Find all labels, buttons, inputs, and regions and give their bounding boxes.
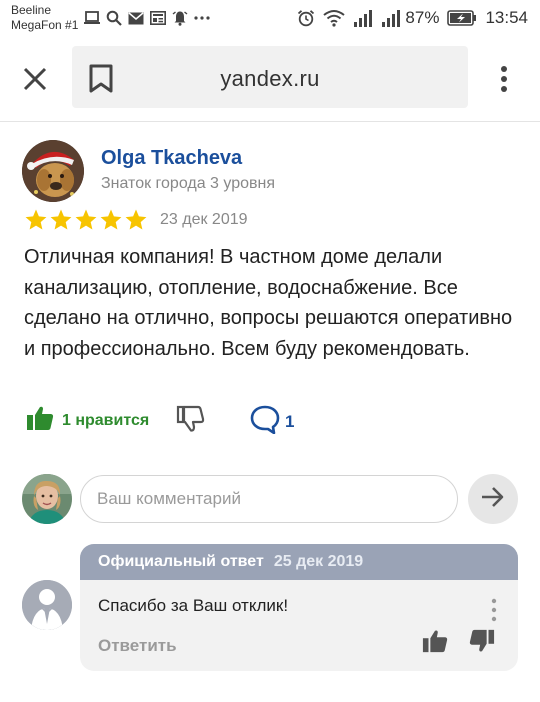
carrier-name-secondary: MegaFon #1 <box>11 18 79 32</box>
comments-button[interactable]: 1 <box>249 404 294 439</box>
thumbs-up-icon <box>26 404 54 437</box>
thumbs-up-icon <box>422 630 448 658</box>
dislike-button[interactable] <box>176 404 206 439</box>
official-reply-title: Официальный ответ <box>98 553 264 570</box>
news-icon <box>150 10 166 26</box>
like-button[interactable]: 1 нравится <box>26 404 149 437</box>
thumbs-down-icon <box>469 629 495 658</box>
comment-count: 1 <box>285 411 295 431</box>
star-icon <box>100 209 122 230</box>
notification-icons <box>84 10 210 26</box>
battery-percent: 87% <box>405 8 440 27</box>
star-icon <box>50 209 72 230</box>
carrier-name: Beeline <box>11 3 52 17</box>
rating-stars <box>24 208 148 232</box>
user-avatar <box>22 474 72 524</box>
url-text[interactable]: yandex.ru <box>0 66 540 92</box>
like-count: 1 нравится <box>62 411 150 429</box>
arrow-right-icon <box>480 486 506 513</box>
wifi-icon <box>323 9 346 27</box>
reply-like-button[interactable] <box>422 628 448 659</box>
comment-input[interactable] <box>80 475 458 523</box>
alarm-bell-icon <box>172 10 188 26</box>
search-icon <box>106 10 122 26</box>
close-icon[interactable] <box>20 64 50 94</box>
author-level: Знаток города 3 уровня <box>101 175 276 192</box>
more-icon <box>194 10 210 26</box>
laptop-icon <box>84 10 100 26</box>
signal-icon <box>381 9 401 27</box>
bookmark-icon[interactable] <box>88 64 114 94</box>
toolbar-divider <box>0 121 540 122</box>
reply-dislike-button[interactable] <box>469 628 495 659</box>
carrier-info: Beeline MegaFon #1 <box>11 3 78 33</box>
status-bar: Beeline MegaFon #1 87% 13:54 <box>0 0 540 38</box>
reply-answer-button[interactable]: Ответить <box>98 636 177 656</box>
reply-menu-icon[interactable] <box>490 598 498 622</box>
star-icon <box>25 209 47 230</box>
alarm-clock-icon <box>297 9 315 27</box>
star-icon <box>75 209 97 230</box>
official-reply-text: Спасибо за Ваш отклик! <box>98 596 289 615</box>
menu-dots-icon[interactable] <box>494 64 514 94</box>
thumbs-down-icon <box>176 405 206 438</box>
status-right: 87% 13:54 <box>297 8 528 28</box>
company-avatar <box>22 580 72 630</box>
review-date: 23 дек 2019 <box>160 211 248 228</box>
mail-icon <box>128 10 144 26</box>
official-reply-date: 25 дек 2019 <box>273 553 364 570</box>
author-avatar[interactable] <box>22 140 84 202</box>
battery-icon <box>447 10 477 26</box>
star-icon <box>125 209 147 230</box>
author-name-link[interactable]: Olga Tkacheva <box>101 147 242 170</box>
official-reply-header: Официальный ответ 25 дек 2019 <box>80 544 518 580</box>
comment-bubble-icon <box>249 404 281 439</box>
official-reply-card: Официальный ответ 25 дек 2019 Спасибо за… <box>80 544 518 671</box>
browser-toolbar: yandex.ru <box>0 38 540 118</box>
clock: 13:54 <box>485 8 528 27</box>
signal-icon <box>353 9 373 27</box>
send-comment-button[interactable] <box>468 474 518 524</box>
review-text: Отличная компания! В частном доме делали… <box>24 246 513 360</box>
